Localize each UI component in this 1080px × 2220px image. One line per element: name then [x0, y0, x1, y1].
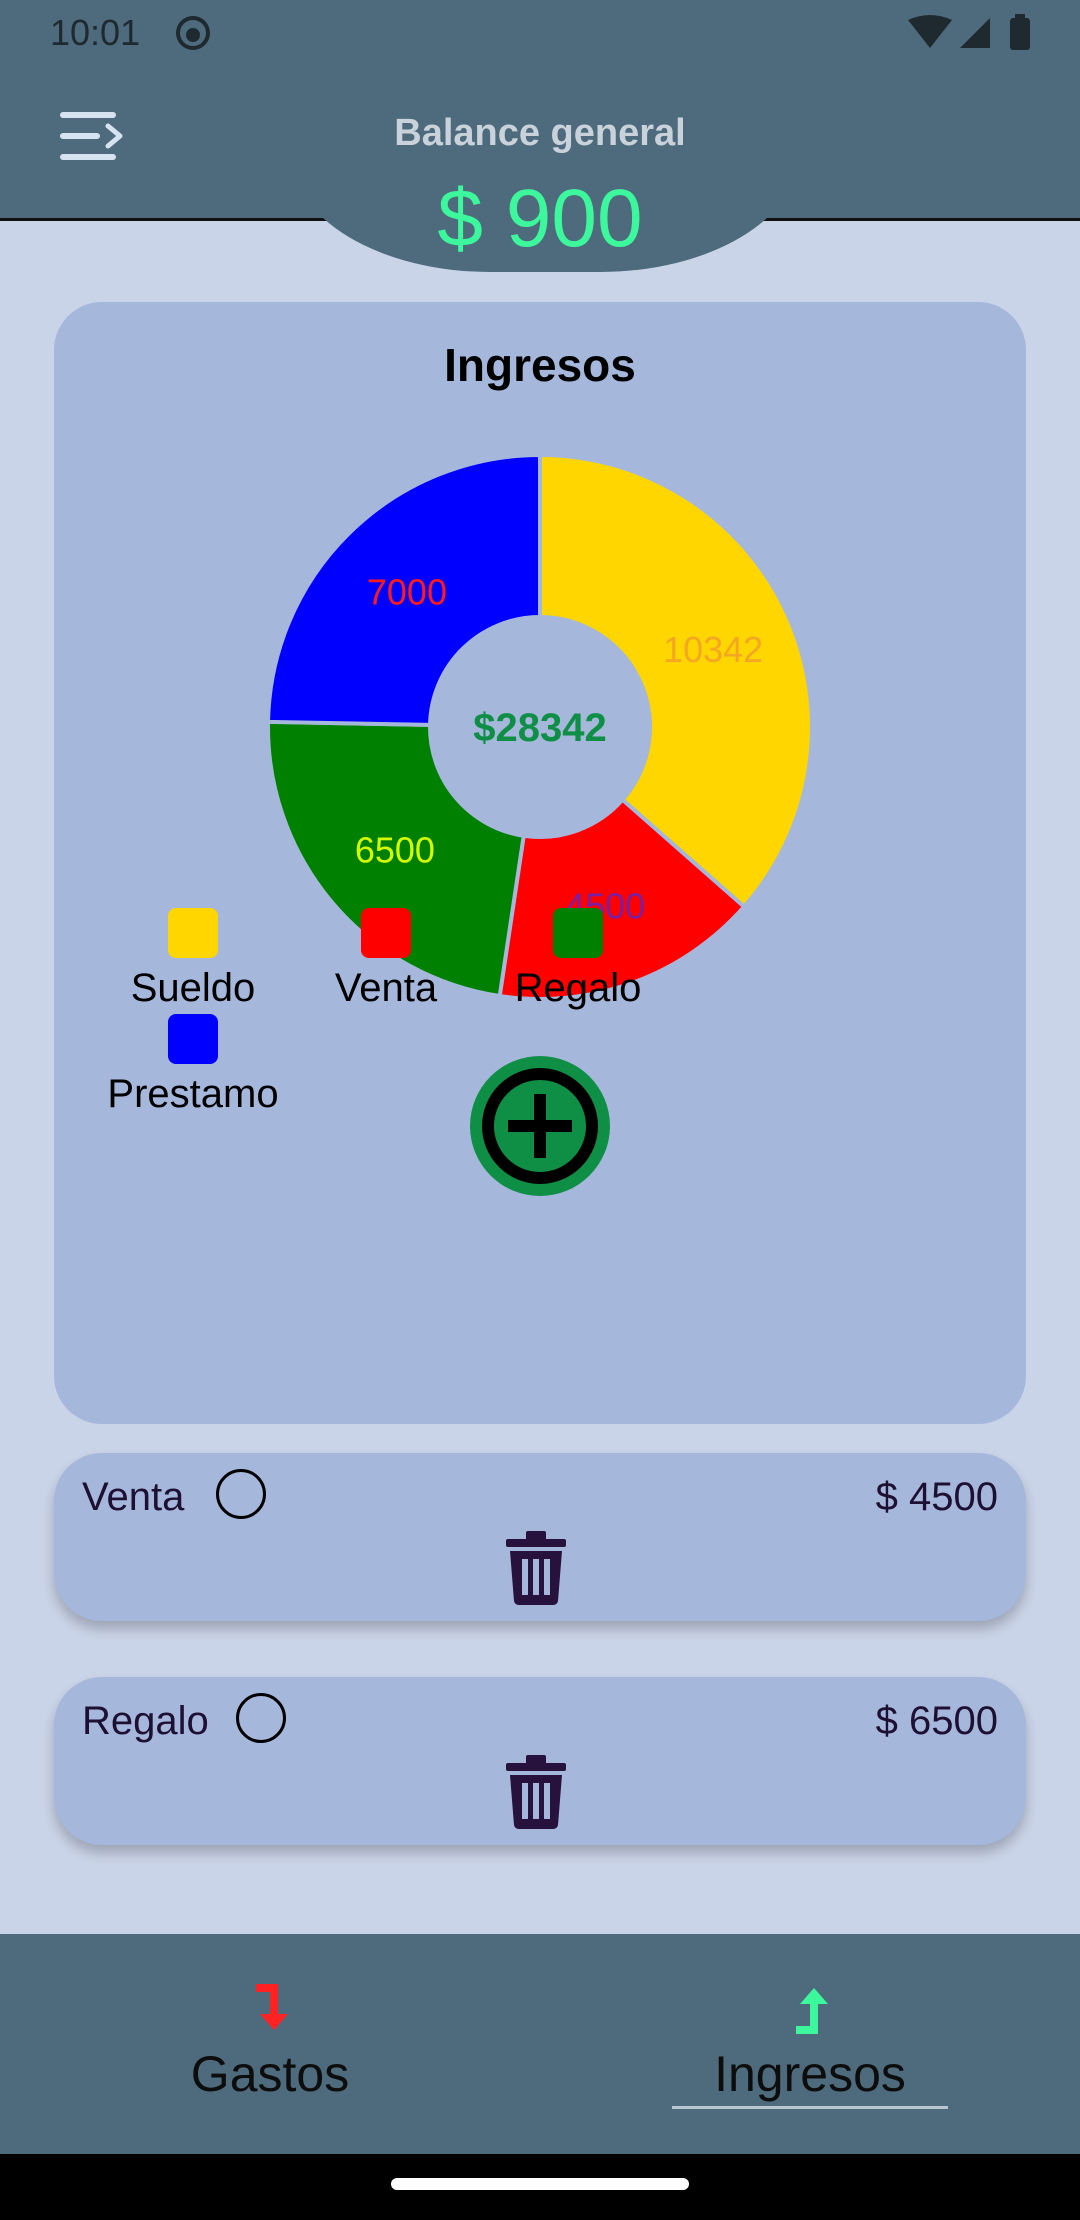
notification-icon — [174, 14, 212, 57]
slice-value-label: 7000 — [367, 571, 447, 612]
arrow-up-icon — [796, 1988, 828, 2034]
battery-icon — [1010, 18, 1030, 50]
balance-title: Balance general — [394, 112, 686, 154]
wifi-icon — [908, 15, 952, 48]
selected-tab-indicator — [672, 2106, 948, 2109]
home-indicator[interactable] — [391, 2178, 689, 2190]
nav-label: Ingresos — [714, 2046, 906, 2102]
status-bar: 10:01 — [0, 0, 1080, 68]
trash-icon[interactable] — [504, 1531, 568, 1610]
donut-chart: 10342 4500 6500 7000 $28342 — [266, 452, 814, 1001]
arrow-down-icon — [256, 1984, 288, 2030]
slice-value-label: 10342 — [663, 629, 763, 670]
nav-tab-gastos[interactable]: Gastos — [120, 1984, 420, 2103]
entry-radio[interactable] — [216, 1469, 266, 1519]
status-icons — [908, 14, 1038, 59]
entry-name: Regalo — [82, 1699, 209, 1743]
nav-label: Gastos — [190, 2046, 350, 2102]
entry-card-venta[interactable]: Venta $ 4500 — [54, 1453, 1026, 1621]
entry-radio[interactable] — [236, 1693, 286, 1743]
status-time: 10:01 — [50, 12, 141, 53]
entry-card-regalo[interactable]: Regalo $ 6500 — [54, 1677, 1026, 1845]
signal-icon — [960, 18, 990, 48]
entry-amount: $ 4500 — [875, 1475, 998, 1519]
balance-value: $ 900 — [437, 173, 643, 264]
nav-tab-ingresos[interactable]: Ingresos — [660, 1984, 960, 2103]
system-nav-bar — [0, 2154, 1080, 2220]
add-button[interactable] — [470, 1056, 610, 1196]
trash-icon[interactable] — [504, 1755, 568, 1834]
chart-center-total: $28342 — [473, 706, 606, 750]
slice-value-label: 6500 — [355, 830, 435, 871]
chart-card: Ingresos 10342 4500 6500 7000 $28342 Sueldo V… — [54, 302, 1026, 1424]
add-circle-icon — [482, 1068, 598, 1184]
legend-label: Prestamo — [107, 1072, 279, 1116]
entry-amount: $ 6500 — [875, 1699, 998, 1743]
entry-name: Venta — [82, 1475, 185, 1519]
bottom-nav: Gastos Ingresos — [0, 1934, 1080, 2154]
slice-value-label: 4500 — [565, 885, 645, 926]
